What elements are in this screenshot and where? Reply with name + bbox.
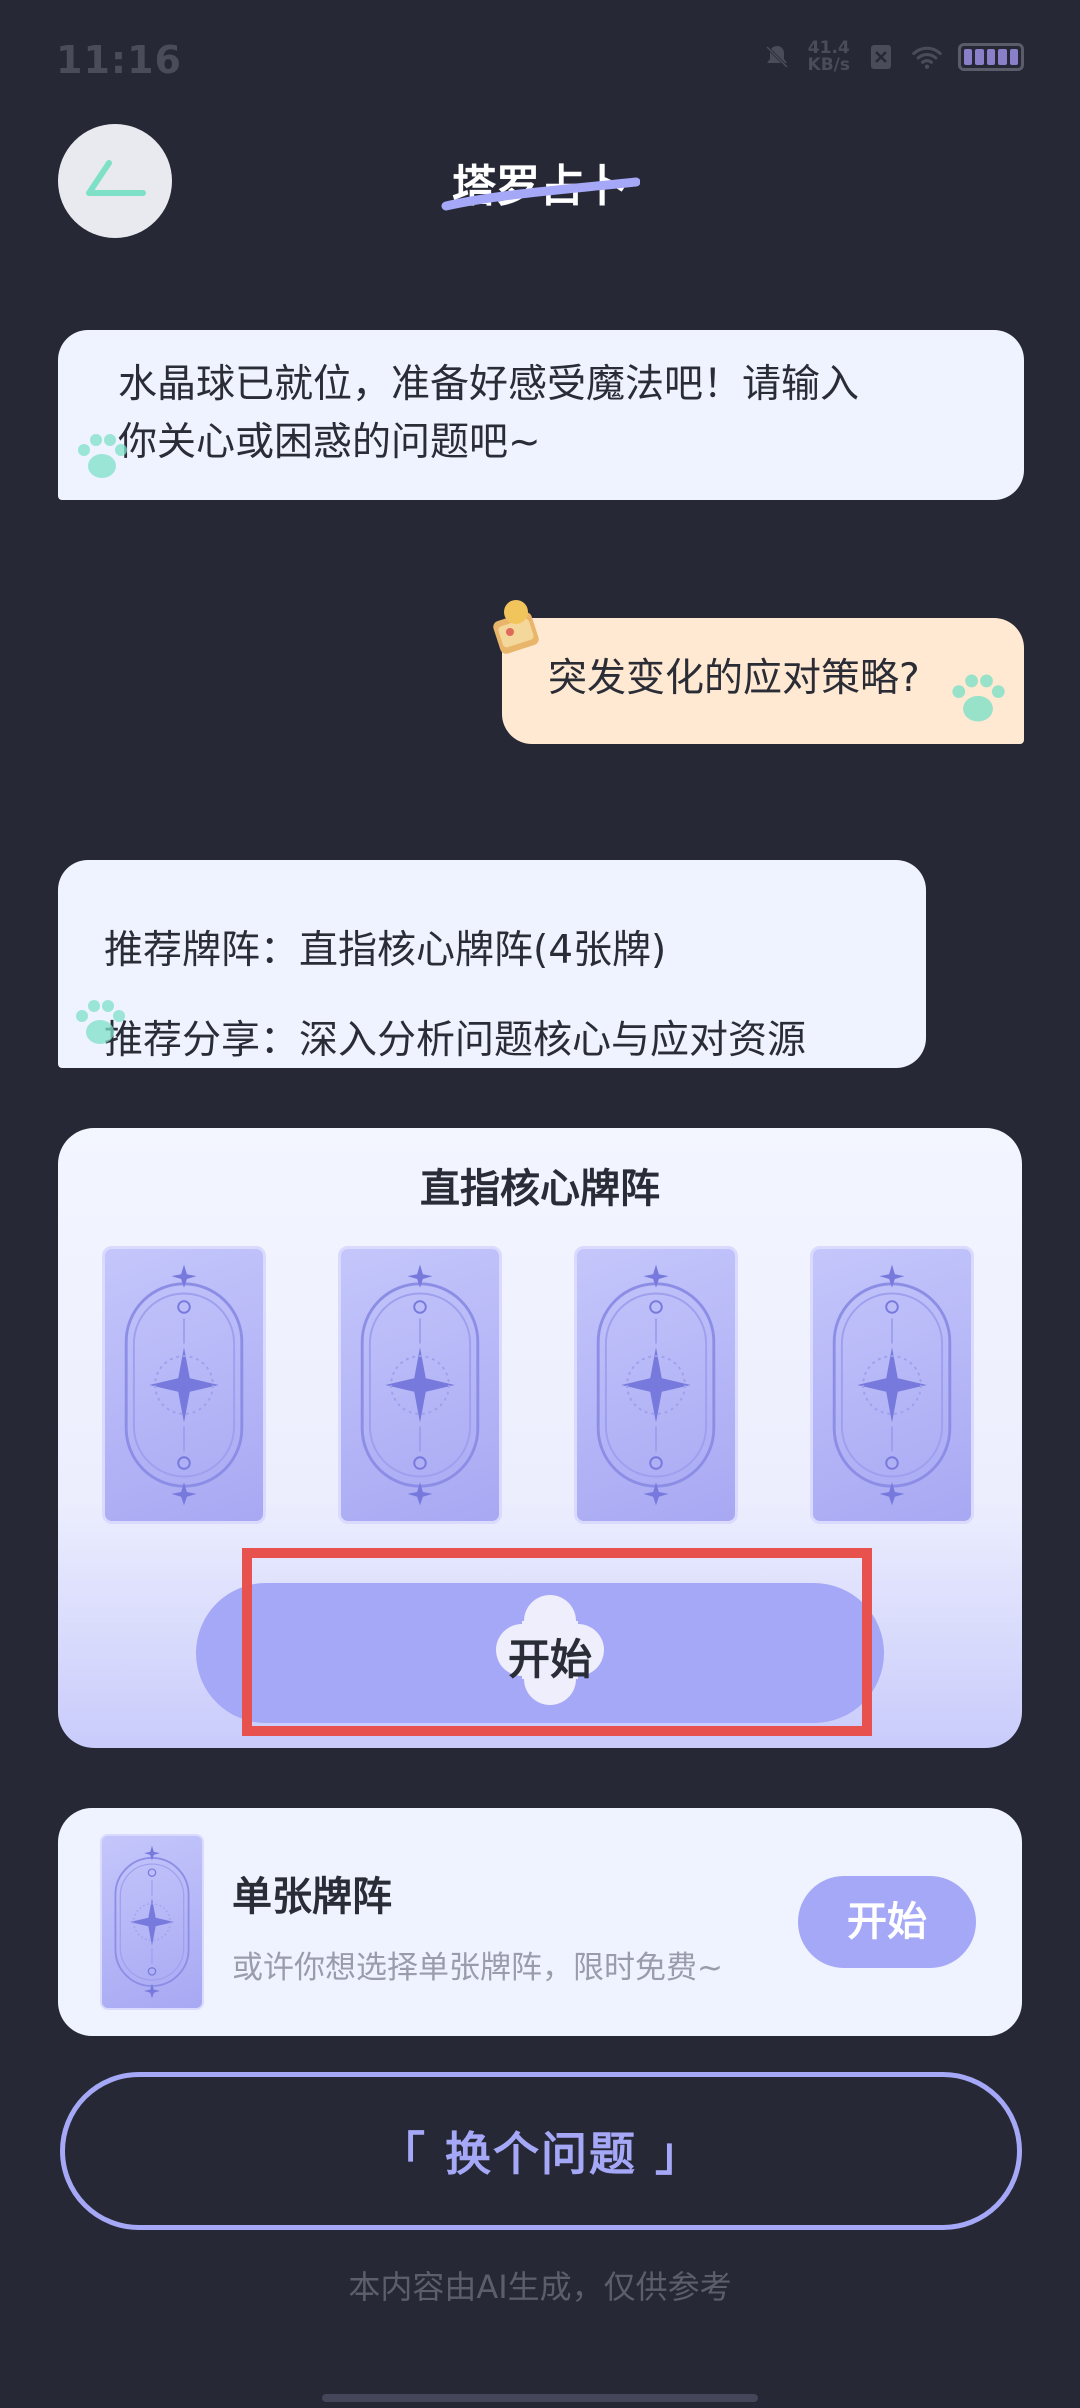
sim-icon <box>866 42 896 72</box>
tarot-card-art <box>832 1264 952 1506</box>
tarot-card-back[interactable] <box>810 1246 974 1524</box>
single-spread-card[interactable]: 单张牌阵 或许你想选择单张牌阵，限时免费~ 开始 <box>58 1808 1022 2036</box>
home-indicator[interactable] <box>322 2394 758 2402</box>
tarot-screen: 11:16 41.4 KB/s 塔罗占卜 水晶球已就位，准备好感受魔法吧！请输入… <box>0 0 1080 2408</box>
title-swash-decoration <box>441 177 640 211</box>
wifi-icon <box>912 42 942 72</box>
tarot-card-art <box>114 1845 190 1999</box>
single-spread-description: 或许你想选择单张牌阵，限时免费~ <box>232 1950 723 1986</box>
net-speed-unit: KB/s <box>807 55 850 75</box>
tarot-card-back[interactable] <box>574 1246 738 1524</box>
ai-recommendation-bubble: 推荐牌阵：直指核心牌阵(4张牌) 推荐分享：深入分析问题核心与应对资源 <box>58 860 926 1068</box>
recommended-share-text: 推荐分享：深入分析问题核心与应对资源 <box>104 1018 807 1063</box>
ai-message-line: 你关心或困惑的问题吧~ <box>118 420 541 465</box>
paw-icon <box>78 434 127 478</box>
tarot-card-art <box>360 1264 480 1506</box>
ai-disclaimer: 本内容由AI生成，仅供参考 <box>348 2268 732 2306</box>
tarot-card-back[interactable] <box>338 1246 502 1524</box>
tarot-card-art <box>124 1264 244 1506</box>
net-speed: 41.4 KB/s <box>808 40 850 74</box>
tarot-card-art <box>596 1264 716 1506</box>
ai-message-bubble: 水晶球已就位，准备好感受魔法吧！请输入 你关心或困惑的问题吧~ <box>58 330 1024 500</box>
paw-icon <box>76 1000 125 1044</box>
tarot-card-back[interactable] <box>102 1246 266 1524</box>
start-spread-label: 开始 <box>507 1635 592 1684</box>
spread-card: 直指核心牌阵 开始 <box>58 1128 1022 1748</box>
status-time: 11:16 <box>56 38 182 82</box>
ai-message-line: 水晶球已就位，准备好感受魔法吧！请输入 <box>118 362 860 407</box>
paw-icon <box>952 674 1005 722</box>
recommended-spread-text: 推荐牌阵：直指核心牌阵(4张牌) <box>104 928 667 973</box>
spread-title: 直指核心牌阵 <box>420 1166 660 1212</box>
mute-icon <box>762 42 792 72</box>
user-avatar-icon <box>493 600 539 654</box>
single-spread-start-button[interactable]: 开始 <box>798 1876 976 1968</box>
status-icons: 41.4 KB/s <box>762 40 1024 74</box>
change-question-button[interactable]: 「 换个问题 」 <box>60 2072 1022 2230</box>
battery-icon <box>958 43 1024 71</box>
single-card-thumbnail <box>100 1834 204 2010</box>
single-spread-title: 单张牌阵 <box>232 1874 392 1920</box>
